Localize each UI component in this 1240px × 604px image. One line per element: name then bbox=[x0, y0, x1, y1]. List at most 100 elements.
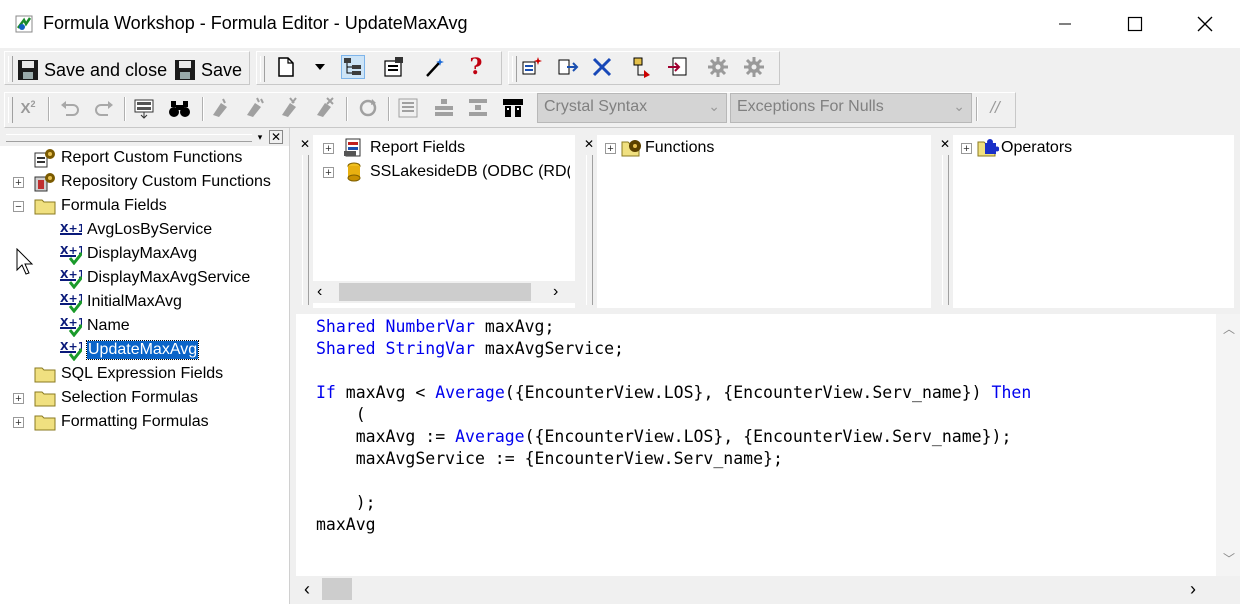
scroll-right-icon[interactable]: › bbox=[553, 283, 558, 301]
explorer-item-report-fields[interactable]: Report Fields bbox=[343, 137, 465, 159]
tree-item-name[interactable]: X+1 Name bbox=[60, 315, 130, 337]
editor-horizontal-scrollbar[interactable]: ‹ › bbox=[296, 576, 1240, 604]
tree-item-repository-custom-functions[interactable]: Repository Custom Functions bbox=[34, 171, 271, 193]
report-fields-icon bbox=[343, 138, 365, 158]
tree-item-label: Formatting Formulas bbox=[61, 413, 209, 430]
scroll-right-icon[interactable]: › bbox=[1190, 579, 1196, 600]
scroll-left-icon[interactable]: ‹ bbox=[304, 579, 310, 600]
tree-item-label: Name bbox=[87, 317, 130, 334]
expand-toggle[interactable]: + bbox=[961, 143, 972, 155]
database-icon bbox=[343, 162, 365, 182]
scroll-up-icon[interactable]: ︿ bbox=[1223, 320, 1235, 337]
panel-grip[interactable] bbox=[942, 155, 949, 305]
toggle-tree-icon[interactable] bbox=[341, 55, 365, 79]
binoculars-icon[interactable] bbox=[168, 96, 192, 120]
maximize-button[interactable] bbox=[1100, 0, 1170, 48]
operators-explorer: + Operators bbox=[953, 135, 1234, 308]
close-icon[interactable]: ✕ bbox=[940, 137, 950, 151]
syntax-select[interactable]: Crystal Syntax ⌄ bbox=[537, 93, 727, 123]
show-fields-icon[interactable] bbox=[501, 96, 525, 120]
repository-functions-icon bbox=[34, 172, 56, 192]
expand-toggle[interactable]: + bbox=[323, 143, 334, 155]
tree-item-selection-formulas[interactable]: Selection Formulas bbox=[34, 387, 198, 409]
undo-icon bbox=[58, 96, 82, 120]
formula-code-editor[interactable]: Shared NumberVar maxAvg; Shared StringVa… bbox=[296, 314, 1240, 604]
tree-item-formula-fields[interactable]: Formula Fields bbox=[34, 195, 167, 217]
tree-item-label: Selection Formulas bbox=[61, 389, 198, 406]
save-button[interactable]: Save bbox=[174, 57, 242, 83]
explorer-item-label: SSLakesideDB (ODBC (RD( bbox=[370, 163, 570, 180]
explorer-item-operators[interactable]: Operators bbox=[977, 137, 1072, 159]
syntax-select-value: Crystal Syntax bbox=[544, 98, 648, 115]
explorer-item-functions[interactable]: Functions bbox=[621, 137, 714, 159]
toolbar-grip[interactable] bbox=[512, 56, 517, 82]
title-bar: Formula Workshop - Formula Editor - Upda… bbox=[0, 0, 1240, 48]
expand-toggle[interactable]: + bbox=[13, 177, 24, 189]
tree-panel-header: ▾ ✕ bbox=[0, 128, 289, 146]
window-title: Formula Workshop - Formula Editor - Upda… bbox=[43, 13, 468, 33]
tree-item-avglosbyservice[interactable]: X+1 AvgLosByService bbox=[60, 219, 212, 241]
expand-all-icon bbox=[432, 96, 456, 120]
refresh-icon bbox=[356, 96, 380, 120]
check-syntax-icon: X2 bbox=[20, 99, 36, 117]
expand-toggle[interactable]: + bbox=[605, 143, 616, 155]
code-text[interactable]: Shared NumberVar maxAvg; Shared StringVa… bbox=[316, 316, 1031, 536]
panel-grip[interactable] bbox=[586, 155, 593, 305]
expand-toggle[interactable]: + bbox=[13, 417, 24, 429]
delete-icon[interactable] bbox=[590, 55, 614, 79]
editor-toolbar: X2 Crystal Syntax ⌄ Exceptions For Nulls… bbox=[0, 89, 1240, 128]
tree-item-formatting-formulas[interactable]: Formatting Formulas bbox=[34, 411, 209, 433]
tree-item-report-custom-functions[interactable]: Report Custom Functions bbox=[34, 147, 242, 169]
close-button[interactable] bbox=[1170, 0, 1240, 48]
new-item-icon[interactable] bbox=[520, 55, 544, 79]
toggle-properties-icon[interactable] bbox=[382, 55, 406, 79]
tree-item-displaymaxavgservice[interactable]: X+1 DisplayMaxAvgService bbox=[60, 267, 250, 289]
folder-icon bbox=[34, 412, 56, 432]
formula-check-icon: X+1 bbox=[60, 292, 82, 313]
show-formula-icon[interactable] bbox=[666, 55, 690, 79]
save-and-close-button[interactable]: Save and close bbox=[17, 57, 167, 83]
scrollbar-thumb[interactable] bbox=[322, 578, 352, 600]
toolbar-separator bbox=[202, 97, 204, 121]
panel-close-icon[interactable]: ✕ bbox=[269, 130, 283, 144]
new-formula-icon[interactable] bbox=[274, 55, 298, 79]
toolbar-grip[interactable] bbox=[260, 56, 265, 82]
formula-expert-wand-icon[interactable] bbox=[423, 55, 447, 79]
tree-item-sql-expression-fields[interactable]: SQL Expression Fields bbox=[34, 363, 223, 385]
tree-item-initialmaxavg[interactable]: X+1 InitialMaxAvg bbox=[60, 291, 182, 313]
minimize-button[interactable] bbox=[1030, 0, 1100, 48]
new-dropdown-arrow-icon[interactable] bbox=[308, 55, 332, 79]
tree-item-displaymaxavg[interactable]: X+1 DisplayMaxAvg bbox=[60, 243, 197, 265]
browse-data-icon[interactable] bbox=[132, 96, 156, 120]
tree-item-updatemaxavg[interactable]: X+1 UpdateMaxAvg bbox=[60, 339, 200, 361]
explorer-item-database[interactable]: SSLakesideDB (ODBC (RD( bbox=[343, 161, 570, 183]
code-line-9: ); bbox=[316, 493, 376, 512]
null-handling-select[interactable]: Exceptions For Nulls ⌄ bbox=[730, 93, 972, 123]
folder-icon bbox=[34, 388, 56, 408]
panel-dropdown-icon[interactable]: ▾ bbox=[254, 131, 266, 143]
expand-node-icon[interactable] bbox=[631, 55, 655, 79]
redo-icon bbox=[92, 96, 116, 120]
expand-toggle[interactable]: + bbox=[13, 393, 24, 405]
save-label: Save bbox=[201, 59, 243, 80]
horizontal-scrollbar[interactable]: ‹ › bbox=[313, 281, 575, 303]
scroll-down-icon[interactable]: ﹀ bbox=[1223, 550, 1235, 567]
formula-check-icon: X+1 bbox=[60, 268, 82, 289]
main-toolbar: Save and close Save ? bbox=[0, 48, 1240, 89]
scroll-left-icon[interactable]: ‹ bbox=[317, 283, 322, 301]
help-icon[interactable]: ? bbox=[464, 54, 488, 80]
close-icon[interactable]: ✕ bbox=[584, 137, 594, 151]
vertical-scrollbar[interactable]: ︿ ﹀ bbox=[1216, 314, 1240, 576]
comment-icon: // bbox=[990, 98, 1000, 117]
panel-grip[interactable] bbox=[6, 134, 252, 142]
panel-grip[interactable] bbox=[302, 155, 309, 305]
collapse-toggle[interactable]: − bbox=[13, 201, 24, 213]
toolbar-grip[interactable] bbox=[8, 56, 13, 82]
scrollbar-thumb[interactable] bbox=[339, 283, 531, 301]
toolbar-grip[interactable] bbox=[8, 97, 13, 123]
expand-toggle[interactable]: + bbox=[323, 167, 334, 179]
tree-item-label-selected: UpdateMaxAvg bbox=[85, 340, 200, 360]
rename-icon[interactable] bbox=[556, 55, 580, 79]
close-icon[interactable]: ✕ bbox=[300, 137, 310, 151]
fields-explorer-side: ✕ bbox=[298, 135, 312, 308]
